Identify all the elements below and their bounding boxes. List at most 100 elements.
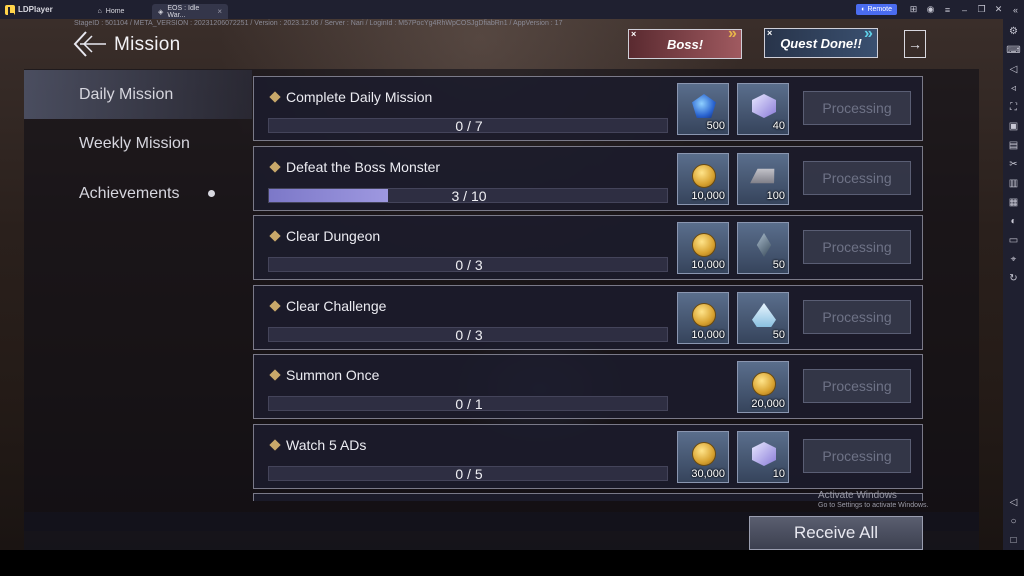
tab-daily-mission[interactable]: Daily Mission [24, 70, 252, 119]
mission-row: Clear Challenge 0 / 3 10,000 50 Processi… [253, 285, 923, 350]
window-controls: ◐ Remote ⊞ ◉ ≡ – ❐ ✕ « [856, 0, 1024, 19]
progress-count: 0 / 5 [455, 466, 483, 482]
android-back-icon[interactable]: ◁ [1003, 493, 1024, 512]
screenshot-icon[interactable]: ▣ [1003, 117, 1024, 136]
mission-title: Defeat the Boss Monster [286, 159, 441, 175]
remote-icon: ◐ [861, 6, 866, 13]
mission-row: Defeat the Boss Monster 3 / 10 10,000 10… [253, 146, 923, 211]
mission-row: Complete Daily Mission 0 / 7 500 40 Proc… [253, 76, 923, 141]
blue-gem-icon [692, 94, 716, 118]
tab-achievements[interactable]: Achievements [24, 169, 252, 218]
keyboard-icon[interactable]: ⌨ [1003, 41, 1024, 60]
watermark-line-1: Activate Windows [818, 490, 897, 501]
menu-icon[interactable]: ≡ [939, 0, 956, 19]
ice-shard-icon [752, 303, 776, 327]
reward-amount: 50 [772, 259, 785, 271]
processing-button[interactable]: Processing [803, 300, 911, 334]
reward-slot[interactable]: 50 [737, 292, 789, 344]
user-icon[interactable]: ◉ [922, 0, 939, 19]
reward-slot[interactable]: 10,000 [677, 153, 729, 205]
minimize-icon[interactable]: – [956, 0, 973, 19]
processing-button[interactable]: Processing [803, 439, 911, 473]
android-home-icon[interactable]: ○ [1003, 512, 1024, 531]
reward-slot[interactable]: 20,000 [737, 361, 789, 413]
mission-row: Clear Dungeon 0 / 3 10,000 50 Processing [253, 215, 923, 280]
android-recents-icon[interactable]: □ [1003, 531, 1024, 550]
gold-coin-icon [692, 233, 716, 257]
location-icon[interactable]: ⌖ [1003, 250, 1024, 269]
reward-slot[interactable]: 40 [737, 83, 789, 135]
reward-amount: 30,000 [691, 468, 725, 480]
diamond-bullet-icon [269, 369, 281, 381]
notification-dot [208, 190, 215, 197]
home-icon: ⌂ [97, 8, 102, 15]
processing-button[interactable]: Processing [803, 91, 911, 125]
processing-button[interactable]: Processing [803, 230, 911, 264]
reward-amount: 10 [772, 468, 785, 480]
mission-title: Watch 5 ADs [286, 437, 367, 453]
volume-down-icon[interactable]: ◃ [1003, 79, 1024, 98]
progress-count: 0 / 1 [455, 396, 483, 412]
reward-slot[interactable]: 30,000 [677, 431, 729, 483]
receive-all-button[interactable]: Receive All [749, 516, 923, 550]
dark-crystal-icon [756, 233, 772, 257]
reward-slot[interactable]: 50 [737, 222, 789, 274]
restore-icon[interactable]: ❐ [973, 0, 990, 19]
remote-label: Remote [867, 6, 892, 13]
mission-row: Summon Once 0 / 1 20,000 Processing [253, 354, 923, 419]
settings-icon[interactable]: ⚙ [1003, 22, 1024, 41]
volume-up-icon[interactable]: ◁ [1003, 60, 1024, 79]
reward-slot[interactable]: 100 [737, 153, 789, 205]
page-title: Mission [114, 34, 181, 55]
close-icon[interactable]: ✕ [990, 0, 1007, 19]
reward-amount: 10,000 [691, 329, 725, 341]
quest-done-banner[interactable]: × Quest Done!! [764, 28, 878, 58]
quest-banner-label: Quest Done!! [780, 35, 862, 51]
mission-title: Complete Daily Mission [286, 89, 433, 105]
rotate-icon[interactable]: ↻ [1003, 269, 1024, 288]
app-logo: LDPlayer [0, 4, 70, 15]
boss-banner[interactable]: × Boss! [628, 29, 742, 59]
debug-info: StageID : 501104 / META_VERSION : 202312… [74, 20, 563, 27]
tab-game[interactable]: ◈ EOS : Idle War... × [152, 4, 228, 19]
processing-button[interactable]: Processing [803, 161, 911, 195]
tab-achievements-label: Achievements [79, 184, 180, 202]
mission-list[interactable]: Complete Daily Mission 0 / 7 500 40 Proc… [253, 76, 923, 501]
android-nav: ◁ ○ □ [1003, 493, 1024, 550]
diamond-bullet-icon [269, 91, 281, 103]
fullscreen-icon[interactable]: ⛶ [1003, 98, 1024, 117]
title-bar: LDPlayer ⌂ Home ◈ EOS : Idle War... × ◐ … [0, 0, 1024, 19]
progress-bar: 0 / 7 [268, 118, 668, 134]
scissors-icon[interactable]: ✂ [1003, 155, 1024, 174]
record-icon[interactable]: ▤ [1003, 136, 1024, 155]
reward-amount: 10,000 [691, 190, 725, 202]
tab-weekly-mission[interactable]: Weekly Mission [24, 119, 252, 168]
processing-button[interactable]: Processing [803, 369, 911, 403]
tab-close-icon[interactable]: × [217, 7, 222, 16]
game-viewport: StageID : 501104 / META_VERSION : 202312… [0, 19, 1003, 550]
reward-slot[interactable]: 10,000 [677, 222, 729, 274]
mission-title: Clear Challenge [286, 298, 387, 314]
remote-button[interactable]: ◐ Remote [856, 4, 897, 15]
app-name: LDPlayer [18, 5, 53, 14]
reward-amount: 50 [772, 329, 785, 341]
operation-record-icon[interactable]: ◐ [1003, 212, 1024, 231]
reward-amount: 20,000 [751, 398, 785, 410]
boss-banner-close-icon[interactable]: × [631, 29, 636, 39]
tab-home[interactable]: ⌂ Home [70, 4, 152, 19]
reward-slot[interactable]: 500 [677, 83, 729, 135]
folder-icon[interactable]: ▭ [1003, 231, 1024, 250]
back-button[interactable] [72, 29, 108, 59]
quest-banner-close-icon[interactable]: × [767, 28, 772, 38]
collapse-icon[interactable]: « [1007, 0, 1024, 19]
tab-game-label: EOS : Idle War... [167, 4, 200, 19]
tab-weekly-mission-label: Weekly Mission [79, 134, 190, 152]
progress-count: 0 / 3 [455, 327, 483, 343]
reward-slot[interactable]: 10,000 [677, 292, 729, 344]
exit-button[interactable]: → [904, 30, 926, 58]
mission-row: Watch 5 ADs 0 / 5 30,000 10 Processing [253, 424, 923, 489]
gamepad-icon[interactable]: ⊞ [905, 0, 922, 19]
sync-icon[interactable]: ▥ [1003, 174, 1024, 193]
apk-icon[interactable]: ▦ [1003, 193, 1024, 212]
reward-slot[interactable]: 10 [737, 431, 789, 483]
